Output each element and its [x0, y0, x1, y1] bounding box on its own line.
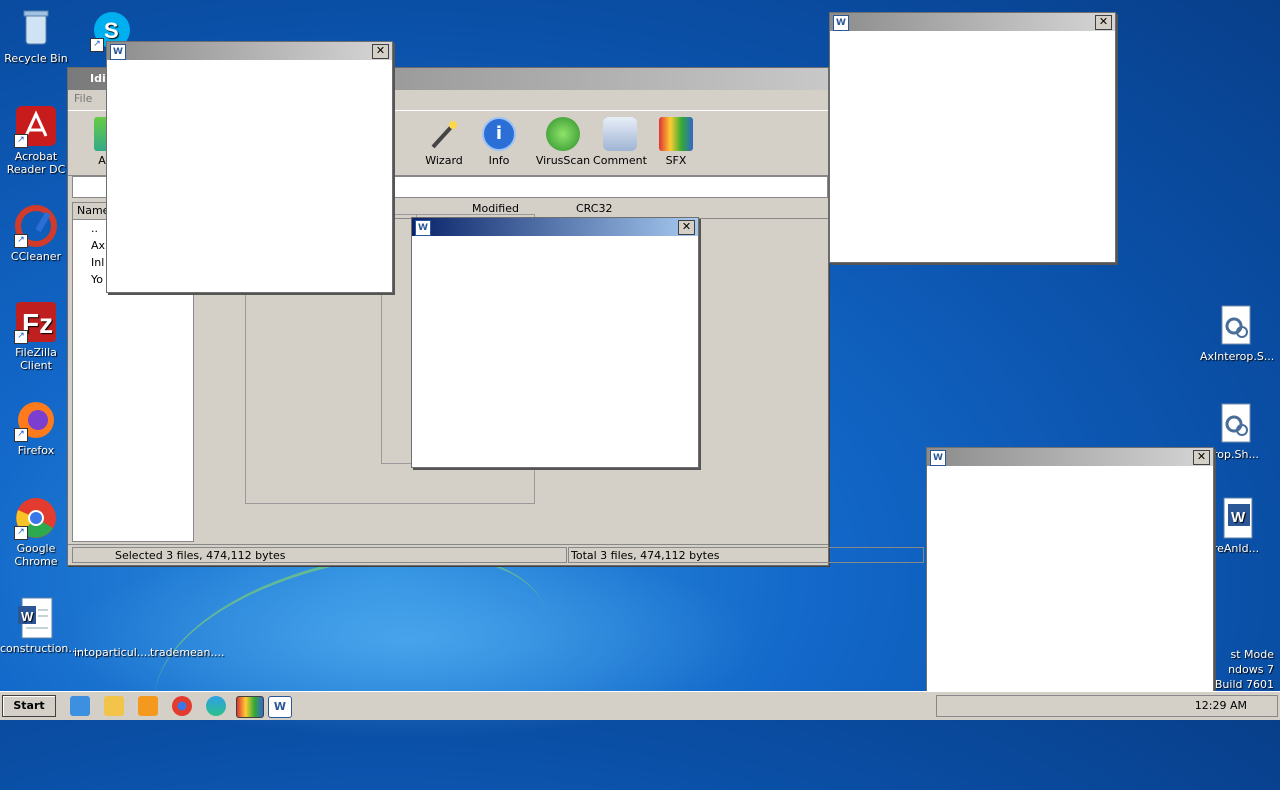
svg-text:W: W: [21, 609, 34, 624]
toolbar-label: Comment: [593, 154, 647, 167]
word-doc-icon: W: [1214, 496, 1258, 540]
edge-icon[interactable]: [206, 696, 226, 716]
chrome-icon: ↗: [14, 496, 58, 540]
desktop-icon-label: FileZilla Client: [15, 346, 57, 372]
clock[interactable]: 12:29 AM: [1195, 696, 1247, 716]
taskbar: Start W 12:29 AM: [0, 691, 1280, 720]
toolbar-label: Info: [488, 154, 510, 167]
desktop-icon-recycle-bin[interactable]: Recycle Bin: [0, 6, 72, 65]
desktop-icon-label: CCleaner: [10, 250, 62, 263]
toolbar-sfx-button[interactable]: SFX: [648, 117, 704, 167]
close-button[interactable]: ✕: [372, 44, 389, 59]
desktop-icon-label: Recycle Bin: [4, 52, 68, 65]
word-taskbar-icon[interactable]: W: [268, 696, 292, 718]
desktop-icon-acrobat[interactable]: ↗ Acrobat Reader DC: [0, 104, 72, 176]
toolbar-info-button[interactable]: i Info: [471, 117, 527, 167]
toolbar-label: Wizard: [425, 154, 463, 167]
desktop-icon-construction-doc[interactable]: W construction....: [0, 596, 83, 655]
sfx-icon: [659, 117, 693, 151]
desktop-icon-chrome[interactable]: ↗ Google Chrome: [0, 496, 72, 568]
config-file-icon: [1214, 304, 1258, 348]
popup-window-3[interactable]: W ✕: [829, 12, 1116, 263]
toolbar-label: VirusScan: [535, 154, 591, 167]
word-icon: W: [930, 450, 946, 466]
desktop-icon-label: Google Chrome: [14, 542, 58, 568]
desktop-icon-filezilla[interactable]: Fz ↗ FileZilla Client: [0, 300, 72, 372]
desktop-icon-intoparticul[interactable]: intoparticul....: [74, 646, 151, 659]
ccleaner-icon: ↗: [14, 204, 58, 248]
start-label: Start: [13, 699, 45, 712]
popup-titlebar[interactable]: W ✕: [927, 448, 1213, 466]
popup-titlebar[interactable]: W ✕: [412, 218, 698, 236]
toolbar-virusscan-button[interactable]: VirusScan: [535, 117, 591, 167]
popup-window-2[interactable]: W ✕: [411, 217, 699, 468]
build-text-line: st Mode: [1230, 648, 1274, 661]
info-icon: i: [482, 117, 516, 151]
desktop-icon-label: construction....: [0, 642, 83, 655]
start-button[interactable]: Start: [2, 695, 56, 717]
acrobat-icon: ↗: [14, 104, 58, 148]
popup-titlebar[interactable]: W ✕: [830, 13, 1115, 31]
virusscan-icon: [546, 117, 580, 151]
status-selected: Selected 3 files, 474,112 bytes: [72, 547, 567, 563]
recycle-bin-icon: [14, 6, 58, 50]
column-header-crc32[interactable]: CRC32: [576, 202, 612, 215]
word-doc-icon: W: [14, 596, 58, 640]
desktop-icon-ccleaner[interactable]: ↗ CCleaner: [0, 204, 72, 263]
toolbar-label: A: [98, 154, 106, 167]
toolbar-comment-button[interactable]: Comment: [592, 117, 648, 167]
desktop-icon-trademean[interactable]: trademean....: [150, 646, 225, 659]
config-file-icon: [1214, 402, 1258, 446]
close-button[interactable]: ✕: [1095, 15, 1112, 30]
menu-file[interactable]: File: [74, 92, 92, 105]
toolbar-wizard-button[interactable]: Wizard: [416, 117, 472, 167]
svg-text:W: W: [1231, 509, 1246, 526]
desktop-icon-label: Acrobat Reader DC: [6, 150, 66, 176]
desktop-icon-label: trademean....: [150, 646, 225, 659]
svg-text:S: S: [104, 18, 119, 43]
desktop-icon-label: intoparticul....: [74, 646, 151, 659]
desktop-icon-firefox[interactable]: ↗ Firefox: [0, 398, 72, 457]
winrar-taskbar-icon[interactable]: [236, 696, 264, 718]
ie-icon[interactable]: [70, 696, 90, 716]
close-button[interactable]: ✕: [678, 220, 695, 235]
comment-icon: [603, 117, 637, 151]
explorer-icon[interactable]: [104, 696, 124, 716]
media-player-icon[interactable]: [138, 696, 158, 716]
wizard-icon: [427, 117, 461, 151]
word-icon: W: [110, 44, 126, 60]
desktop-icon-label: AxInterop.S...: [1200, 350, 1275, 363]
chrome-taskbar-icon[interactable]: [172, 696, 192, 716]
desktop-icon-label: Firefox: [17, 444, 55, 457]
build-text-line: ndows 7: [1228, 663, 1274, 676]
system-tray: 12:29 AM: [936, 695, 1278, 717]
status-total: Total 3 files, 474,112 bytes: [568, 547, 924, 563]
popup-titlebar[interactable]: W ✕: [107, 42, 392, 60]
word-icon: W: [415, 220, 431, 236]
popup-window-1[interactable]: W ✕: [106, 41, 393, 293]
close-button[interactable]: ✕: [1193, 450, 1210, 465]
status-bar: Selected 3 files, 474,112 bytes Total 3 …: [68, 544, 924, 565]
word-icon: W: [833, 15, 849, 31]
build-text-line: Build 7601: [1214, 678, 1274, 691]
firefox-icon: ↗: [14, 398, 58, 442]
toolbar-label: SFX: [665, 154, 687, 167]
desktop-icon-axinterop[interactable]: AxInterop.S...: [1200, 304, 1275, 363]
filezilla-icon: Fz ↗: [14, 300, 58, 344]
